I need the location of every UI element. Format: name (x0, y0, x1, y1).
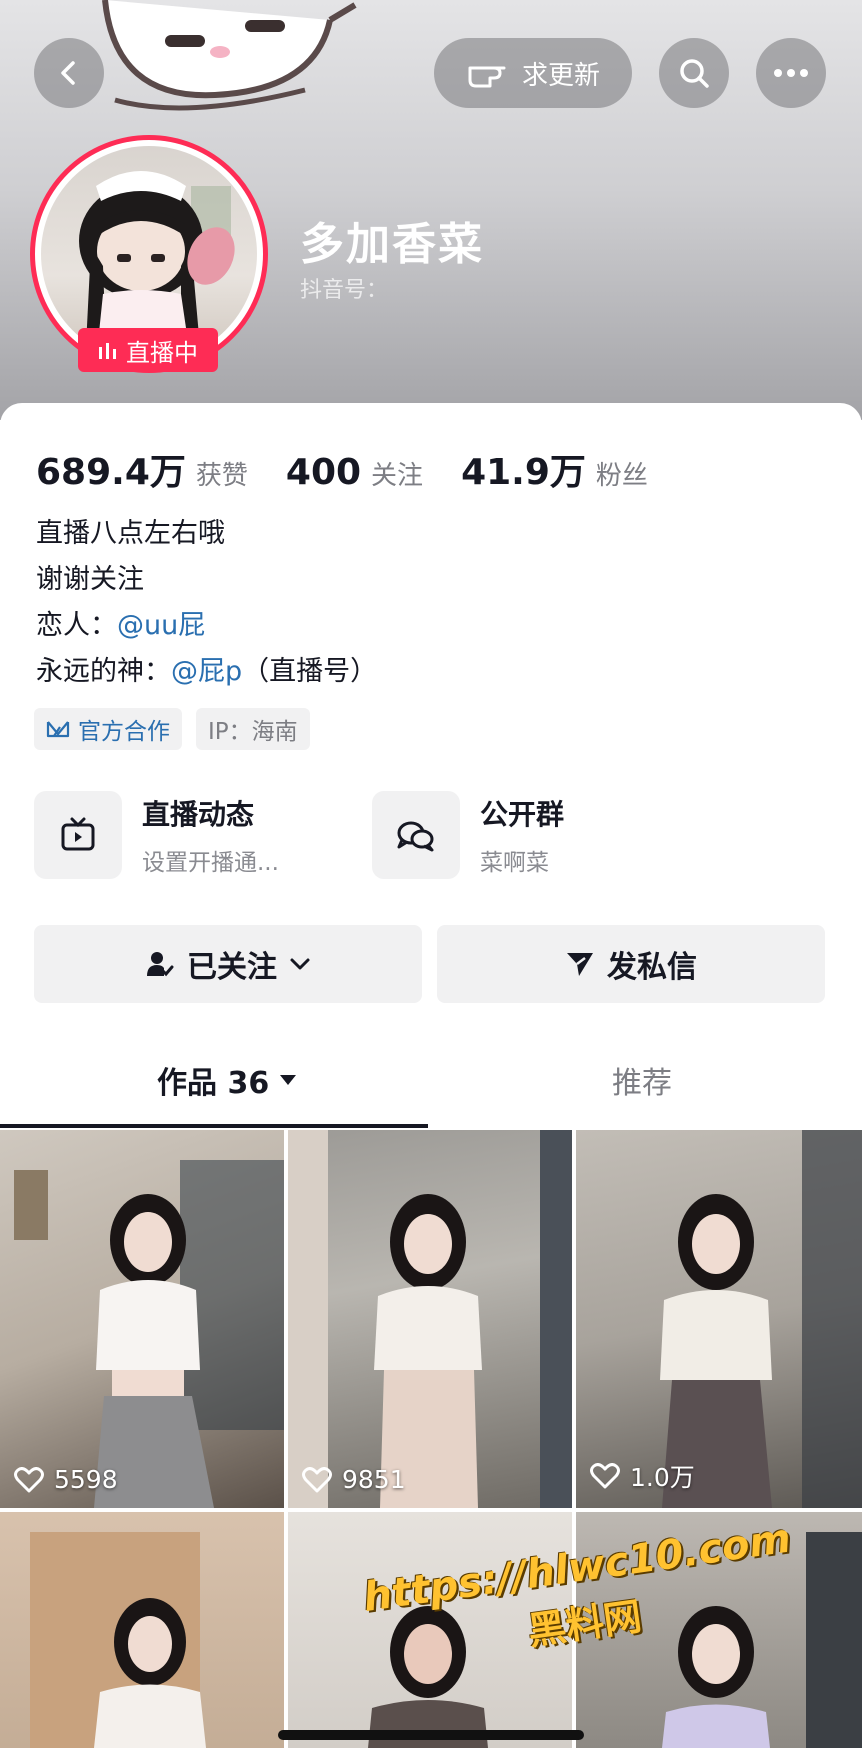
cat-doodle-decoration (102, 0, 357, 111)
stat-label: 获赞 (195, 461, 248, 491)
ip-location-label: IP：海南 (208, 719, 298, 745)
bio-line: 谢谢关注 (36, 564, 144, 595)
user-check-icon (147, 952, 174, 977)
video-thumbnail[interactable]: 5598 (0, 1130, 284, 1508)
chevron-down-icon (290, 958, 310, 970)
video-likes: 5598 (14, 1465, 118, 1494)
video-thumbnail[interactable]: 9851 (288, 1130, 572, 1508)
bio-label: 永远的神： (36, 656, 171, 687)
stat-value: 400 (285, 452, 362, 493)
mention-link[interactable]: @屁p (171, 656, 242, 687)
more-horizontal-icon (774, 69, 808, 77)
heart-outline-icon (302, 1466, 332, 1492)
feature-title: 公开群 (480, 798, 565, 831)
chevron-left-icon (61, 61, 75, 85)
back-button[interactable] (34, 38, 104, 108)
pointing-hand-icon (468, 66, 506, 88)
feature-icon-box (34, 791, 122, 879)
more-button[interactable] (756, 38, 826, 108)
bio: 直播八点左右哦 谢谢关注 恋人：@uu屁 永远的神：@屁p（直播号） (36, 511, 377, 695)
ip-location-tag: IP：海南 (196, 708, 310, 750)
feature-subtitle: 设置开播通... (142, 850, 279, 876)
video-thumbnail-image (30, 1532, 206, 1748)
home-indicator[interactable] (278, 1730, 584, 1740)
feature-icon-box (372, 791, 460, 879)
bio-label: 恋人： (36, 610, 117, 641)
video-thumbnail[interactable] (0, 1512, 284, 1748)
request-update-label: 求更新 (521, 60, 600, 91)
stat-label: 粉丝 (595, 461, 648, 491)
live-badge[interactable]: 直播中 (78, 328, 218, 372)
bio-line: 恋人：@uu屁 (36, 603, 377, 649)
tab-works[interactable]: 作品 36 (157, 1058, 297, 1102)
douyin-id: 抖音号： (300, 278, 389, 303)
official-cooperation-tag[interactable]: 官方合作 (34, 708, 182, 750)
stat-label: 关注 (371, 461, 424, 491)
tab-recommend-label: 推荐 (612, 1066, 672, 1101)
active-tab-indicator (0, 1124, 428, 1128)
profile-screen: 求更新 直播中 多加香菜 抖音号： 689.4万 获赞 400 关注 41.9万… (0, 0, 862, 1748)
video-likes: 1.0万 (590, 1458, 695, 1494)
username: 多加香菜 (300, 219, 484, 270)
search-button[interactable] (659, 38, 729, 108)
chat-group-icon (397, 821, 434, 852)
tab-recommend[interactable]: 推荐 (612, 1058, 672, 1102)
video-thumbnail[interactable]: 1.0万 (576, 1130, 862, 1508)
feature-title: 直播动态 (142, 798, 255, 831)
send-icon (567, 953, 593, 976)
bio-line: 永远的神：@屁p（直播号） (36, 649, 377, 695)
public-group-entry[interactable]: 公开群 菜啊菜 (372, 791, 564, 879)
video-thumbnail-image (660, 1130, 862, 1508)
send-message-label: 发私信 (607, 950, 697, 985)
stats-row: 689.4万 获赞 400 关注 41.9万 粉丝 (36, 443, 686, 495)
official-cooperation-label: 官方合作 (78, 719, 170, 745)
live-updates-entry[interactable]: 直播动态 设置开播通... (34, 791, 279, 879)
send-message-button[interactable]: 发私信 (437, 925, 825, 1003)
feature-subtitle: 菜啊菜 (480, 850, 549, 876)
stat-value: 689.4万 (36, 452, 186, 493)
following-button[interactable]: 已关注 (34, 925, 422, 1003)
video-thumbnail-image (14, 1160, 284, 1508)
video-likes-count: 9851 (342, 1465, 406, 1494)
search-icon (680, 59, 709, 88)
profile-header: 求更新 直播中 多加香菜 抖音号： (0, 0, 862, 420)
stat-likes[interactable]: 689.4万 获赞 (36, 443, 248, 495)
bio-suffix: （直播号） (242, 656, 378, 687)
bio-line: 直播八点左右哦 (36, 518, 225, 549)
video-likes-count: 5598 (54, 1465, 118, 1494)
handshake-icon (46, 721, 70, 738)
live-badge-label: 直播中 (126, 338, 198, 367)
heart-outline-icon (590, 1463, 620, 1489)
video-thumbnail-image (288, 1130, 572, 1508)
video-likes-count: 1.0万 (630, 1463, 695, 1492)
profile-tags: 官方合作 IP：海南 (34, 708, 310, 750)
following-label: 已关注 (187, 950, 277, 985)
stat-following[interactable]: 400 关注 (286, 452, 423, 493)
request-update-button[interactable]: 求更新 (434, 38, 632, 108)
tv-icon (61, 817, 95, 851)
tab-works-label: 作品 36 (157, 1066, 270, 1101)
live-bars-icon (99, 343, 116, 359)
heart-outline-icon (14, 1466, 44, 1492)
caret-down-icon (280, 1075, 297, 1085)
mention-link[interactable]: @uu屁 (117, 610, 205, 641)
stat-value: 41.9万 (461, 452, 586, 493)
stat-followers[interactable]: 41.9万 粉丝 (461, 443, 648, 495)
video-likes: 9851 (302, 1465, 406, 1494)
